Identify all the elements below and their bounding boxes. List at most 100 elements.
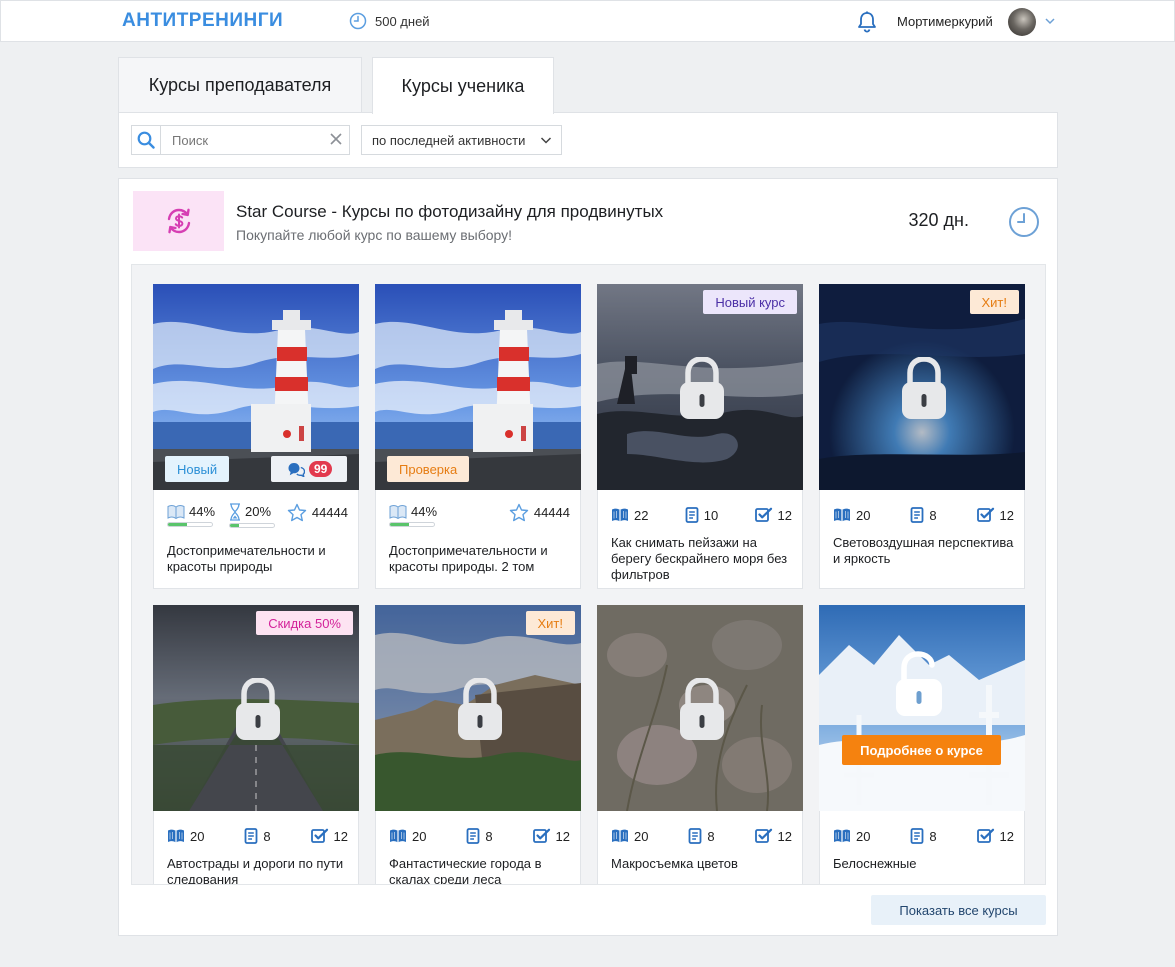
status-badge: Хит! [969,290,1019,314]
docs-count: 8 [893,507,953,523]
book-icon [389,828,407,844]
document-icon [910,507,924,523]
document-icon [910,828,924,844]
lessons-percent: 44% [189,504,216,519]
star-icon [509,503,529,522]
chevron-down-icon[interactable] [1044,16,1056,26]
card-title[interactable]: Достопримечательности и красоты природы [167,543,348,575]
course-card[interactable]: Скидка 50% 20 8 12 Автострады и дороги п… [153,605,359,884]
messages-badge[interactable]: 99 [271,456,347,482]
card-title[interactable]: Как снимать пейзажи на берегу бескрайнег… [611,535,792,583]
filter-bar: по последней активности [118,112,1058,168]
course-title[interactable]: Star Course - Курсы по фотодизайну для п… [236,202,663,222]
card-image-cliff-city[interactable]: Хит! [375,605,581,811]
dollar-refresh-icon [167,208,190,234]
unlocked-icon [896,650,948,718]
username[interactable]: Мортимеркурий [897,14,993,29]
course-card[interactable]: Хит! 20 8 12 Фантастические города в ска… [375,605,581,884]
card-title[interactable]: Белоснежные [833,856,1014,872]
card-image-lighthouse[interactable]: Новый 99 [153,284,359,490]
card-image-seashore[interactable]: Новый курс [597,284,803,490]
course-details-button[interactable]: Подробнее о курсе [842,735,1001,765]
tasks-progress-bar [229,522,276,528]
tab-teacher-courses[interactable]: Курсы преподавателя [118,57,362,113]
rating-value: 44444 [533,505,570,520]
card-stats: 20 8 12 [611,824,792,848]
lessons-progress-bar [167,521,213,527]
chevron-down-icon [540,137,552,144]
lessons-value: 20 [856,507,871,523]
lock-icon [680,357,724,421]
hourglass-icon [229,503,241,521]
lessons-count: 20 [833,828,893,844]
course-card[interactable]: Хит! 20 8 12 Световоздушная перспектива … [819,284,1025,589]
course-panel: Star Course - Курсы по фотодизайну для п… [118,178,1058,936]
card-image-flowers[interactable] [597,605,803,811]
rating: 44444 [509,503,570,522]
tasks-count: 12 [288,828,348,844]
card-title[interactable]: Макросъемка цветов [611,856,792,872]
tasks-value: 12 [777,507,792,523]
card-stats: 20 8 12 [833,503,1014,527]
card-image-snow[interactable]: Подробнее о курсе [819,605,1025,811]
messages-count: 99 [309,461,333,477]
book-icon [167,504,185,520]
course-subtitle: Покупайте любой курс по вашему выбору! [236,227,513,243]
course-cards-grid: Новый 99 44% 20% 44444 Достопримечательн… [131,264,1046,885]
card-stats: 44% 44444 [389,503,570,527]
course-logo [133,191,224,251]
search-box [131,125,350,155]
checkbox-icon [755,828,773,844]
card-title[interactable]: Фантастические города в скалах среди лес… [389,856,570,884]
checkbox-icon [533,828,551,844]
docs-count: 8 [227,828,287,844]
show-all-courses-button[interactable]: Показать все курсы [871,895,1046,925]
lessons-count: 20 [833,507,893,523]
course-card[interactable]: Проверка 44% 44444 Достопримечательности… [375,284,581,589]
tasks-count: 12 [510,828,570,844]
days-label: 500 дней [375,13,430,29]
book-icon [611,507,629,523]
avatar[interactable] [1008,8,1036,36]
rating-value: 44444 [311,505,348,520]
checkbox-icon [977,828,995,844]
days-counter: 500 дней [349,12,430,30]
lock-icon [458,678,502,742]
status-badge: Скидка 50% [256,611,353,635]
course-card[interactable]: 20 8 12 Макросъемка цветов [597,605,803,884]
card-stats: 20 8 12 [167,824,348,848]
lessons-value: 20 [190,828,205,844]
document-icon [688,828,702,844]
card-title[interactable]: Световоздушная перспектива и яркость [833,535,1014,567]
course-card[interactable]: Подробнее о курсе 20 8 12 Белоснежные [819,605,1025,884]
lessons-value: 20 [856,828,871,844]
card-title[interactable]: Достопримечательности и красоты природы.… [389,543,570,575]
course-card[interactable]: Новый курс 22 10 12 Как снимать пейзажи … [597,284,803,589]
sort-select[interactable]: по последней активности [361,125,562,155]
lock-icon [902,357,946,421]
status-badge: Хит! [525,611,575,635]
tasks-count: 12 [732,507,792,523]
card-image-night-sea[interactable]: Хит! [819,284,1025,490]
search-button[interactable] [132,126,161,154]
search-input[interactable] [162,126,322,154]
close-icon[interactable] [329,132,343,146]
card-image-highway[interactable]: Скидка 50% [153,605,359,811]
checkbox-icon [311,828,329,844]
bell-icon[interactable] [857,11,877,33]
tasks-value: 12 [999,828,1014,844]
course-card[interactable]: Новый 99 44% 20% 44444 Достопримечательн… [153,284,359,589]
tasks-value: 12 [777,828,792,844]
rating: 44444 [287,503,348,522]
lessons-progress: 44% [389,504,437,527]
card-image-lighthouse[interactable]: Проверка [375,284,581,490]
top-header: АНТИТРЕНИНГИ 500 дней Мортимеркурий [0,0,1175,42]
lock-icon [236,678,280,742]
card-title[interactable]: Автострады и дороги по пути следования [167,856,348,884]
clock-icon [1009,207,1039,237]
chat-icon [288,462,305,477]
logo[interactable]: АНТИТРЕНИНГИ [122,10,283,32]
document-icon [244,828,258,844]
tab-student-courses[interactable]: Курсы ученика [372,57,554,114]
lessons-progress-fill [390,522,410,526]
